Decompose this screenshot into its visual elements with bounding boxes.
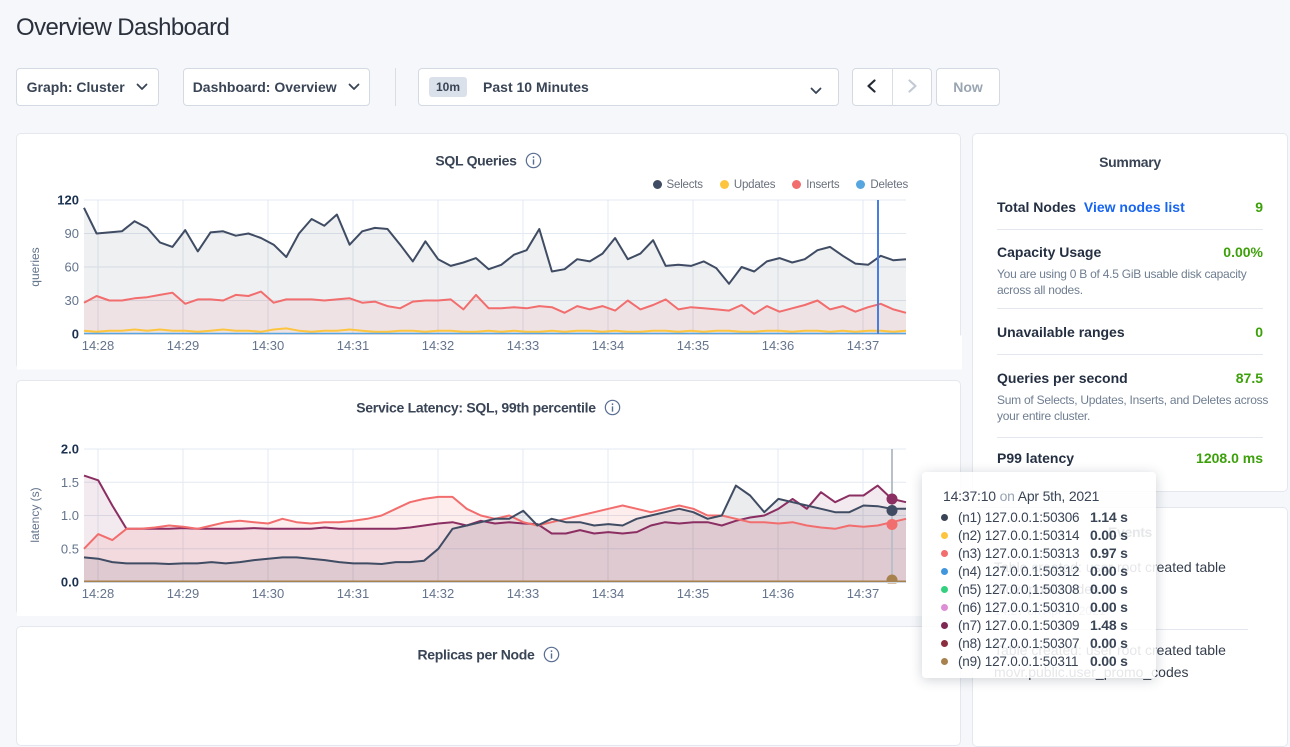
svg-text:0.5: 0.5 xyxy=(61,541,79,556)
svg-text:14:32: 14:32 xyxy=(422,338,455,353)
svg-text:14:30: 14:30 xyxy=(252,338,285,353)
svg-text:14:32: 14:32 xyxy=(422,586,455,601)
svg-text:14:35: 14:35 xyxy=(677,338,710,353)
svg-text:latency (s): latency (s) xyxy=(28,487,42,542)
svg-text:120: 120 xyxy=(57,193,79,208)
svg-text:14:37: 14:37 xyxy=(847,338,880,353)
svg-text:60: 60 xyxy=(65,260,79,275)
svg-text:queries: queries xyxy=(28,247,42,286)
svg-text:90: 90 xyxy=(65,226,79,241)
svg-text:14:31: 14:31 xyxy=(337,586,370,601)
svg-text:14:33: 14:33 xyxy=(507,338,540,353)
svg-text:14:36: 14:36 xyxy=(762,338,795,353)
svg-text:14:36: 14:36 xyxy=(762,586,795,601)
svg-text:14:30: 14:30 xyxy=(252,586,285,601)
svg-text:14:28: 14:28 xyxy=(82,586,115,601)
svg-text:14:29: 14:29 xyxy=(167,586,200,601)
svg-text:0.0: 0.0 xyxy=(61,575,79,590)
svg-text:14:33: 14:33 xyxy=(507,586,540,601)
svg-text:14:34: 14:34 xyxy=(592,338,625,353)
svg-text:30: 30 xyxy=(65,293,79,308)
svg-text:2.0: 2.0 xyxy=(61,442,79,457)
svg-text:14:37: 14:37 xyxy=(847,586,880,601)
svg-text:14:34: 14:34 xyxy=(592,586,625,601)
svg-text:0: 0 xyxy=(72,327,79,342)
svg-text:14:35: 14:35 xyxy=(677,586,710,601)
svg-text:14:29: 14:29 xyxy=(167,338,200,353)
svg-text:14:31: 14:31 xyxy=(337,338,370,353)
svg-text:1.5: 1.5 xyxy=(61,475,79,490)
svg-text:1.0: 1.0 xyxy=(61,508,79,523)
svg-text:14:28: 14:28 xyxy=(82,338,115,353)
